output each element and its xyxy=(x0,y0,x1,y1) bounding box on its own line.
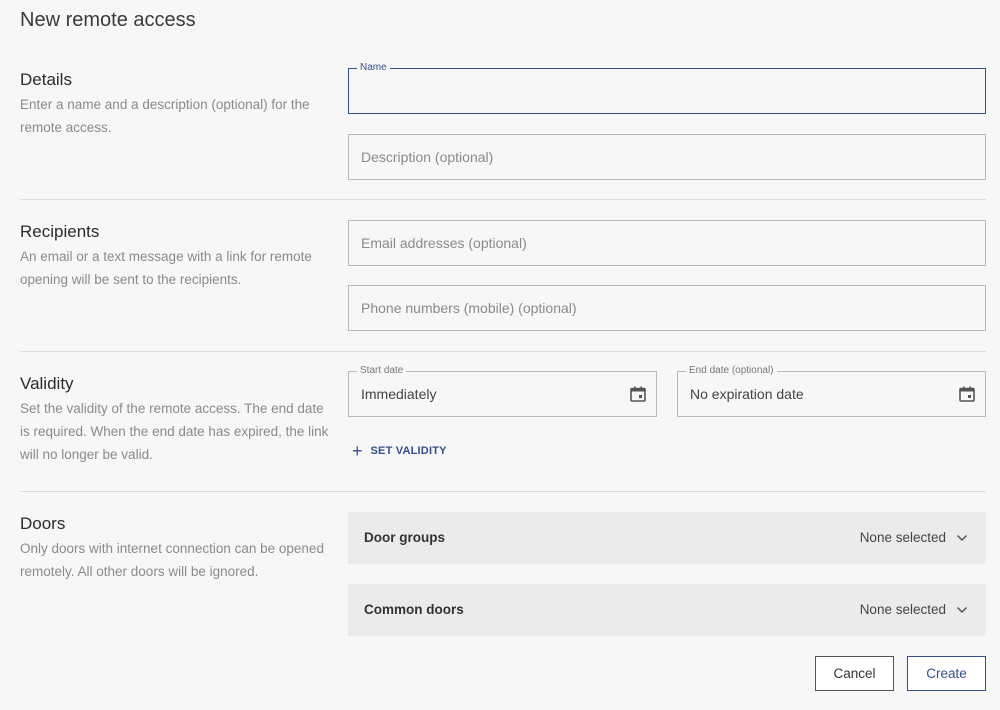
recipients-section-description: An email or a text message with a link f… xyxy=(20,249,312,287)
chevron-down-icon xyxy=(956,534,968,542)
doors-section-description: Only doors with internet connection can … xyxy=(20,541,324,579)
name-input[interactable] xyxy=(349,69,985,113)
chevron-down-icon xyxy=(956,606,968,614)
start-date-value: Immediately xyxy=(361,386,437,402)
common-doors-label: Common doors xyxy=(364,602,464,617)
section-divider xyxy=(20,351,986,352)
end-date-value: No expiration date xyxy=(690,386,804,402)
end-date-field[interactable]: End date (optional) No expiration date xyxy=(677,365,986,417)
doors-section-title: Doors xyxy=(20,514,66,533)
end-date-label: End date (optional) xyxy=(686,365,777,376)
door-groups-label: Door groups xyxy=(364,530,445,545)
email-field[interactable]: Email addresses (optional) xyxy=(348,220,986,266)
common-doors-value: None selected xyxy=(859,602,946,617)
recipients-section-title: Recipients xyxy=(20,222,100,241)
description-field[interactable]: Description (optional) xyxy=(348,134,986,180)
section-divider xyxy=(20,199,986,200)
validity-section-title: Validity xyxy=(20,374,74,393)
door-groups-value: None selected xyxy=(859,530,946,545)
email-placeholder: Email addresses (optional) xyxy=(361,235,527,251)
set-validity-label: SET VALIDITY xyxy=(370,445,447,457)
details-section-description: Enter a name and a description (optional… xyxy=(20,97,310,135)
set-validity-button[interactable]: + SET VALIDITY xyxy=(352,441,447,461)
start-date-field[interactable]: Start date Immediately xyxy=(348,365,657,417)
calendar-icon[interactable] xyxy=(629,385,647,403)
section-divider xyxy=(20,491,986,492)
cancel-button[interactable]: Cancel xyxy=(815,656,894,691)
door-groups-dropdown[interactable]: Door groups None selected xyxy=(348,512,986,564)
name-field[interactable]: Name xyxy=(348,62,986,114)
phone-field[interactable]: Phone numbers (mobile) (optional) xyxy=(348,285,986,331)
validity-section-description: Set the validity of the remote access. T… xyxy=(20,401,329,462)
create-button[interactable]: Create xyxy=(907,656,986,691)
plus-icon: + xyxy=(352,441,363,461)
details-section-title: Details xyxy=(20,70,72,89)
start-date-label: Start date xyxy=(357,365,407,376)
description-placeholder: Description (optional) xyxy=(361,149,494,165)
phone-placeholder: Phone numbers (mobile) (optional) xyxy=(361,300,577,316)
calendar-icon[interactable] xyxy=(958,385,976,403)
common-doors-dropdown[interactable]: Common doors None selected xyxy=(348,584,986,636)
page-title: New remote access xyxy=(20,9,196,31)
